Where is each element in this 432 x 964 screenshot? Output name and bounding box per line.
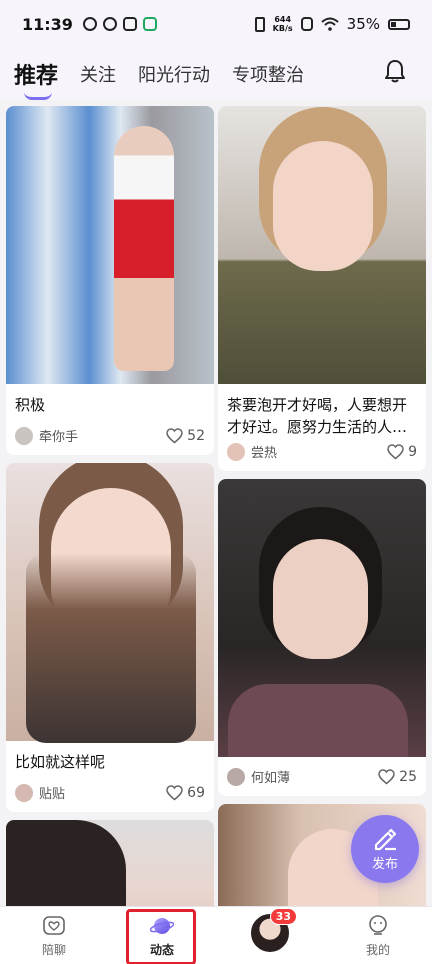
net-speed-unit: KB/s bbox=[272, 24, 293, 33]
nav-item-me[interactable]: 我的 bbox=[324, 907, 432, 964]
net-speed-value: 644 bbox=[274, 15, 292, 24]
post-image-figure bbox=[114, 126, 174, 371]
net-speed: 644 KB/s bbox=[273, 15, 293, 33]
feed-card[interactable] bbox=[6, 820, 214, 908]
profile-icon bbox=[369, 914, 387, 935]
like-count: 69 bbox=[187, 784, 205, 801]
like-button[interactable]: 69 bbox=[166, 785, 205, 801]
tab-sunshine-action[interactable]: 阳光行动 bbox=[138, 61, 210, 87]
author-avatar[interactable] bbox=[227, 442, 245, 461]
tab-special-rectification-label: 专项整治 bbox=[232, 65, 305, 86]
feed-column-right: 茶要泡开才好喝，人要想开才好过。愿努力生活的人… 尝热 9 何如薄 25 bbox=[218, 106, 426, 908]
nav-item-chat[interactable]: 陪聊 bbox=[0, 907, 108, 964]
status-time: 11:39 bbox=[22, 14, 73, 34]
feed-card[interactable]: 茶要泡开才好喝，人要想开才好过。愿努力生活的人… 尝热 9 bbox=[218, 106, 426, 471]
wifi-icon bbox=[320, 17, 339, 31]
post-title: 茶要泡开才好喝，人要想开才好过。愿努力生活的人… bbox=[227, 396, 408, 436]
publish-label: 发布 bbox=[371, 856, 398, 872]
pencil-icon bbox=[374, 828, 397, 850]
post-image-hair bbox=[26, 553, 196, 743]
publish-button[interactable]: 发布 bbox=[351, 815, 419, 883]
post-title: 积极 bbox=[15, 396, 46, 414]
heart-chat-icon bbox=[43, 915, 65, 935]
feed-card[interactable]: 积极 牵你手 52 bbox=[6, 106, 214, 455]
author-name[interactable]: 牵你手 bbox=[39, 426, 78, 445]
sync-notification-icon bbox=[102, 17, 117, 31]
author-avatar[interactable] bbox=[227, 767, 245, 786]
app-notification-icon bbox=[82, 17, 97, 31]
like-button[interactable]: 25 bbox=[378, 769, 417, 785]
post-image[interactable] bbox=[6, 820, 214, 908]
selection-highlight bbox=[126, 909, 196, 964]
post-image-face bbox=[273, 141, 373, 271]
battery-icon bbox=[388, 18, 410, 30]
wechat-notification-icon bbox=[142, 17, 157, 31]
bell-icon[interactable] bbox=[384, 58, 406, 84]
tab-follow[interactable]: 关注 bbox=[80, 61, 116, 87]
post-meta: 何如薄 25 bbox=[218, 757, 426, 796]
post-image-clothing bbox=[228, 684, 408, 757]
vibrate-icon bbox=[254, 16, 265, 32]
post-image[interactable] bbox=[218, 479, 426, 757]
status-notification-icons bbox=[82, 17, 157, 31]
heart-icon bbox=[378, 768, 395, 784]
post-image[interactable] bbox=[6, 106, 214, 384]
tab-follow-label: 关注 bbox=[80, 65, 117, 86]
author-name[interactable]: 何如薄 bbox=[251, 767, 290, 786]
feed-column-left: 积极 牵你手 52 比如就这样呢 贴贴 69 bbox=[6, 106, 214, 908]
message-notification-icon bbox=[122, 17, 137, 31]
author-name[interactable]: 贴贴 bbox=[39, 783, 65, 802]
notification-badge: 33 bbox=[269, 907, 297, 925]
nav-item-me-label: 我的 bbox=[365, 942, 390, 957]
author-avatar[interactable] bbox=[15, 783, 33, 802]
like-button[interactable]: 52 bbox=[166, 428, 205, 444]
post-image[interactable] bbox=[218, 106, 426, 384]
author-name[interactable]: 尝热 bbox=[251, 442, 277, 461]
like-count: 9 bbox=[408, 443, 417, 460]
like-count: 52 bbox=[187, 427, 205, 444]
nav-item-moments[interactable]: 动态 bbox=[108, 907, 216, 964]
heart-icon bbox=[387, 443, 404, 459]
like-button[interactable]: 9 bbox=[387, 444, 417, 460]
bottom-nav-bar: 陪聊 动态 33 我的 bbox=[0, 906, 432, 964]
heart-icon bbox=[166, 784, 183, 800]
feed-card[interactable]: 比如就这样呢 贴贴 69 bbox=[6, 463, 214, 812]
feed-card[interactable]: 何如薄 25 bbox=[218, 479, 426, 796]
status-right: 644 KB/s 35% bbox=[254, 15, 410, 33]
avatar: 33 bbox=[249, 907, 297, 954]
post-image-face bbox=[273, 539, 368, 659]
tab-sunshine-action-label: 阳光行动 bbox=[138, 65, 211, 86]
feed[interactable]: 积极 牵你手 52 比如就这样呢 贴贴 69 茶要泡开才好喝，人要想开才好过。愿… bbox=[0, 100, 432, 908]
post-meta: 尝热 9 bbox=[218, 436, 426, 471]
nav-item-chat-label: 陪聊 bbox=[41, 942, 66, 957]
tab-special-rectification[interactable]: 专项整治 bbox=[232, 61, 304, 87]
author-avatar[interactable] bbox=[15, 426, 33, 445]
sim-icon bbox=[300, 17, 313, 31]
active-tab-indicator bbox=[24, 92, 52, 100]
post-meta: 牵你手 52 bbox=[6, 420, 214, 455]
top-tab-bar: 推荐 关注 阳光行动 专项整治 bbox=[0, 48, 432, 100]
nav-item-center-avatar[interactable]: 33 bbox=[216, 907, 324, 964]
tab-recommend-label: 推荐 bbox=[14, 64, 59, 89]
post-title: 比如就这样呢 bbox=[15, 753, 106, 771]
like-count: 25 bbox=[399, 768, 417, 785]
status-bar: 11:39 644 KB/s 35% bbox=[0, 0, 432, 48]
heart-icon bbox=[166, 427, 183, 443]
post-image[interactable] bbox=[6, 463, 214, 743]
tab-recommend[interactable]: 推荐 bbox=[14, 58, 59, 100]
battery-percent: 35% bbox=[346, 15, 380, 33]
post-image-hair bbox=[6, 820, 126, 908]
post-meta: 贴贴 69 bbox=[6, 777, 214, 812]
